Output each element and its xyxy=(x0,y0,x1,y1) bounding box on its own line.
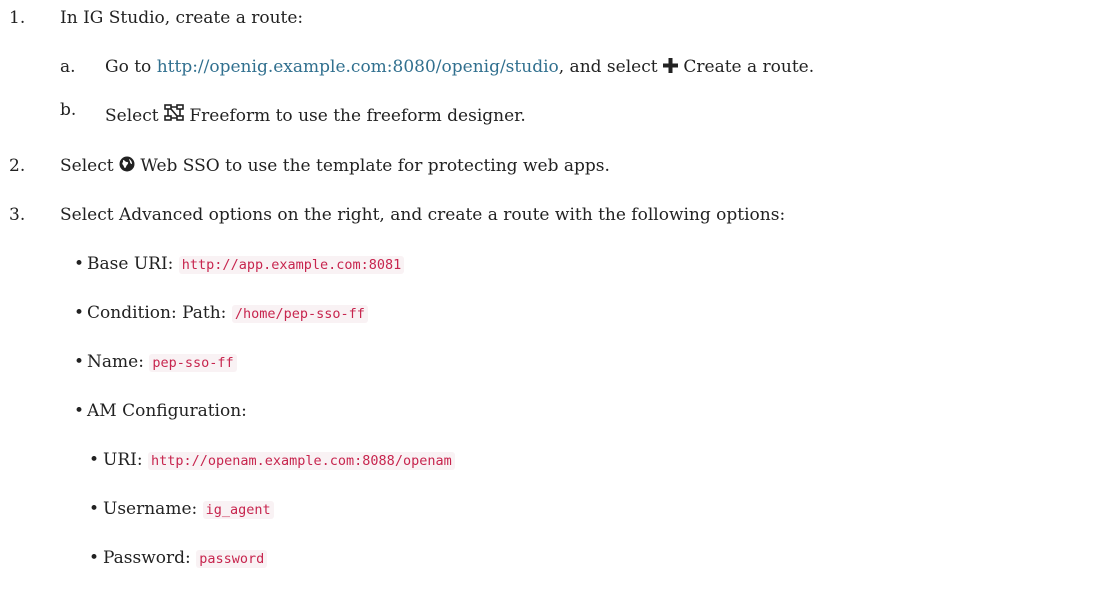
bullet: • xyxy=(74,254,85,274)
option-label: Username: xyxy=(103,499,203,519)
option-text: Password: password xyxy=(103,546,268,571)
step-text-post: Freeform to use the freeform designer. xyxy=(183,106,526,126)
step-text-post: Create a route. xyxy=(677,57,815,77)
bullet: • xyxy=(89,548,100,568)
option-text: Name: pep-sso-ff xyxy=(87,350,237,375)
step-text: Select Freeform to use the freeform desi… xyxy=(105,104,526,129)
option-text: URI: http://openam.example.com:8088/open… xyxy=(103,448,455,473)
bullet: • xyxy=(89,499,100,519)
step-text-pre: Select xyxy=(105,106,164,126)
step-text: Go to http://openig.example.com:8080/ope… xyxy=(105,55,814,80)
option-value: pep-sso-ff xyxy=(149,354,237,372)
option-label: AM Configuration: xyxy=(87,401,247,421)
bullet: • xyxy=(89,450,100,470)
option-value: /home/pep-sso-ff xyxy=(231,305,368,323)
option-text: Base URI: http://app.example.com:8081 xyxy=(87,252,405,277)
bullet: • xyxy=(74,401,85,421)
plus-icon xyxy=(662,56,678,80)
option-text: Condition: Path: /home/pep-sso-ff xyxy=(87,301,368,326)
studio-link[interactable]: http://openig.example.com:8080/openig/st… xyxy=(157,57,559,77)
option-value: http://openam.example.com:8088/openam xyxy=(147,452,455,470)
step-letter: a. xyxy=(60,57,76,77)
step-text: In IG Studio, create a route: xyxy=(60,8,304,28)
option-label: URI: xyxy=(103,450,148,470)
step-number: 2. xyxy=(9,156,26,176)
option-label: Password: xyxy=(103,548,197,568)
step-letter: b. xyxy=(60,100,77,120)
option-value: ig_agent xyxy=(202,501,274,519)
step-text: Select Web SSO to use the template for p… xyxy=(60,154,610,179)
option-label: Name: xyxy=(87,352,150,372)
step-number: 1. xyxy=(9,8,26,28)
bullet: • xyxy=(74,303,85,323)
option-label: Condition: Path: xyxy=(87,303,232,323)
bullet: • xyxy=(74,352,85,372)
step-text-post: Web SSO to use the template for protecti… xyxy=(134,156,610,176)
option-value: password xyxy=(196,550,268,568)
step-text-pre: Select xyxy=(60,156,119,176)
freeform-icon xyxy=(164,104,184,129)
option-label: Base URI: xyxy=(87,254,179,274)
step-text-mid: , and select xyxy=(558,57,663,77)
globe-icon xyxy=(119,155,135,179)
option-text: Username: ig_agent xyxy=(103,497,274,522)
step-text: Select Advanced options on the right, an… xyxy=(60,205,786,225)
step-text-pre: Go to xyxy=(105,57,157,77)
step-number: 3. xyxy=(9,205,26,225)
option-value: http://app.example.com:8081 xyxy=(178,256,405,274)
